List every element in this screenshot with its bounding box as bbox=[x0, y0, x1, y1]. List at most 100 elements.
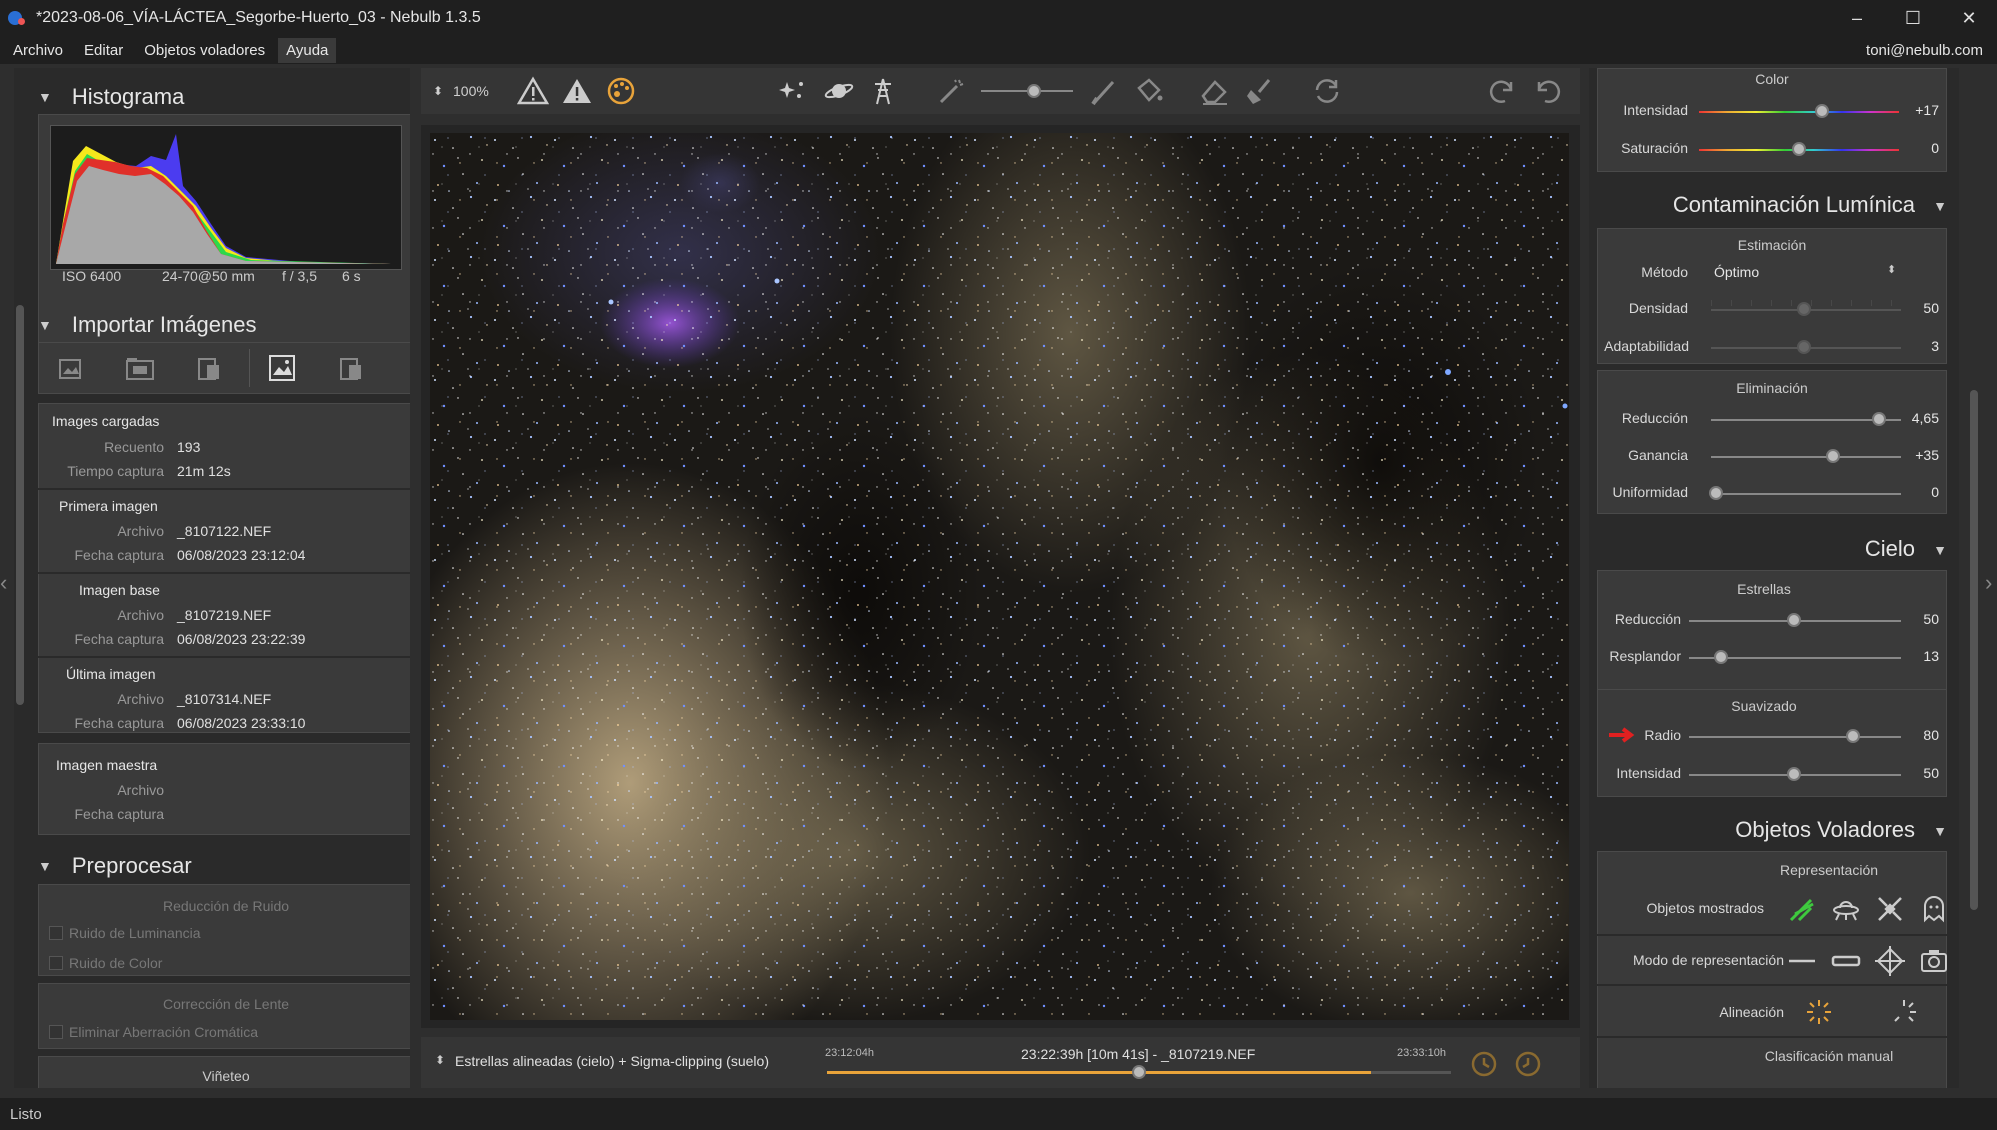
collapse-triangle-icon[interactable]: ▼ bbox=[38, 89, 52, 105]
meteor-icon[interactable] bbox=[1787, 894, 1817, 924]
undo-icon[interactable] bbox=[1531, 76, 1563, 106]
warning-filled-icon[interactable] bbox=[561, 76, 593, 106]
right-panel: Color Intensidad +17 Saturación 0 Contam… bbox=[1589, 68, 1959, 1088]
eraser-icon[interactable] bbox=[1199, 76, 1231, 106]
refresh-icon[interactable] bbox=[1311, 76, 1343, 106]
brush-size-knob[interactable] bbox=[1027, 84, 1041, 98]
paste-images-icon[interactable] bbox=[195, 355, 223, 383]
collapse-triangle-icon[interactable]: ▼ bbox=[1933, 542, 1947, 558]
app-logo-icon bbox=[8, 11, 25, 25]
histogram-header[interactable]: ▼ Histograma bbox=[38, 80, 184, 114]
close-button[interactable]: ✕ bbox=[1941, 0, 1997, 36]
import-header[interactable]: ▼ Importar Imágenes bbox=[38, 308, 257, 342]
align-active-icon[interactable] bbox=[1804, 997, 1834, 1027]
ground-tower-icon[interactable] bbox=[867, 76, 899, 106]
uniformity-track[interactable] bbox=[1711, 493, 1901, 495]
master-image-icon[interactable] bbox=[267, 353, 297, 383]
stack-mode[interactable]: Estrellas alineadas (cielo) + Sigma-clip… bbox=[455, 1053, 769, 1069]
vignette-title[interactable]: Viñeteo bbox=[38, 1068, 410, 1084]
method-select[interactable]: Óptimo bbox=[1714, 264, 1759, 280]
estimation-title: Estimación bbox=[1737, 237, 1807, 253]
flying-title[interactable]: Objetos Voladores bbox=[1735, 817, 1915, 843]
zoom-stepper-icon[interactable]: ⬍ bbox=[433, 76, 443, 106]
collapse-triangle-icon[interactable]: ▼ bbox=[38, 317, 52, 333]
right-scrollbar[interactable] bbox=[1970, 390, 1978, 910]
warning-outline-icon[interactable] bbox=[517, 76, 549, 106]
menu-ayuda[interactable]: Ayuda bbox=[278, 37, 337, 63]
window-title: *2023-08-06_VÍA-LÁCTEA_Segorbe-Huerto_03… bbox=[36, 9, 481, 26]
smooth-intensity-value: 50 bbox=[1923, 765, 1939, 781]
gain-knob[interactable] bbox=[1826, 449, 1840, 463]
ufo-icon[interactable] bbox=[1831, 894, 1861, 924]
gain-label: Ganancia bbox=[1628, 447, 1688, 463]
menu-editar[interactable]: Editar bbox=[76, 38, 131, 63]
milky-way-image[interactable] bbox=[430, 133, 1569, 1020]
sky-reduction-knob[interactable] bbox=[1787, 613, 1801, 627]
saturation-knob[interactable] bbox=[1792, 142, 1806, 156]
smooth-intensity-knob[interactable] bbox=[1787, 767, 1801, 781]
broom-icon[interactable] bbox=[1243, 76, 1275, 106]
crosshair-mode-icon[interactable] bbox=[1875, 946, 1905, 976]
timeline-bar: ⬍ Estrellas alineadas (cielo) + Sigma-cl… bbox=[421, 1037, 1580, 1088]
collapse-triangle-icon[interactable]: ▼ bbox=[1933, 823, 1947, 839]
planet-icon[interactable] bbox=[823, 76, 855, 106]
user-account[interactable]: toni@nebulb.com bbox=[1866, 42, 1983, 59]
clock-back-icon[interactable] bbox=[1513, 1049, 1543, 1079]
radius-track[interactable] bbox=[1689, 736, 1901, 738]
minimize-button[interactable]: – bbox=[1829, 0, 1885, 36]
maximize-button[interactable]: ☐ bbox=[1885, 0, 1941, 36]
color-intensity-track[interactable] bbox=[1699, 111, 1899, 113]
lens-value: 24-70@50 mm bbox=[162, 268, 255, 284]
preprocess-header[interactable]: ▼ Preprocesar bbox=[38, 849, 192, 883]
gain-track[interactable] bbox=[1711, 456, 1901, 458]
import-folder-icon[interactable] bbox=[125, 355, 155, 383]
last-date: 06/08/2023 23:33:10 bbox=[177, 715, 306, 731]
ghost-icon[interactable] bbox=[1919, 894, 1949, 924]
color-intensity-knob[interactable] bbox=[1815, 104, 1829, 118]
brush-icon[interactable] bbox=[1089, 76, 1121, 106]
histogram-title: Histograma bbox=[71, 84, 185, 109]
stack-mode-stepper-icon[interactable]: ⬍ bbox=[435, 1053, 445, 1067]
sky-title[interactable]: Cielo bbox=[1865, 536, 1915, 562]
collapse-triangle-icon[interactable]: ▼ bbox=[1933, 198, 1947, 214]
luminance-noise-checkbox[interactable] bbox=[49, 926, 63, 940]
lp-reduction-knob[interactable] bbox=[1872, 412, 1886, 426]
exposure-value: 6 s bbox=[342, 268, 361, 284]
chromatic-checkbox[interactable] bbox=[49, 1025, 63, 1039]
menu-objetos-voladores[interactable]: Objetos voladores bbox=[136, 38, 273, 63]
histogram-plot bbox=[50, 125, 402, 270]
timeline-knob[interactable] bbox=[1132, 1065, 1146, 1079]
palette-icon[interactable] bbox=[605, 76, 637, 106]
color-noise-checkbox[interactable] bbox=[49, 956, 63, 970]
redo-icon[interactable] bbox=[1487, 76, 1519, 106]
zoom-level[interactable]: 100% bbox=[453, 76, 489, 106]
uniformity-label: Uniformidad bbox=[1612, 484, 1688, 500]
clock-forward-icon[interactable] bbox=[1469, 1049, 1499, 1079]
base-title: Imagen base bbox=[79, 582, 160, 598]
representation-title: Representación bbox=[1779, 862, 1879, 878]
method-stepper-icon[interactable]: ⬍ bbox=[1887, 263, 1896, 276]
satellite-icon[interactable] bbox=[1875, 894, 1905, 924]
magic-wand-icon[interactable] bbox=[935, 76, 967, 106]
time-value: 21m 12s bbox=[177, 463, 231, 479]
adaptability-knob[interactable] bbox=[1797, 340, 1811, 354]
lightpollution-title[interactable]: Contaminación Lumínica bbox=[1673, 192, 1915, 218]
stars-icon[interactable] bbox=[777, 76, 809, 106]
uniformity-knob[interactable] bbox=[1709, 486, 1723, 500]
radius-knob[interactable] bbox=[1846, 729, 1860, 743]
paste-master-icon[interactable] bbox=[337, 355, 365, 383]
fill-bucket-icon[interactable] bbox=[1133, 76, 1165, 106]
collapse-right-icon[interactable]: › bbox=[1985, 570, 1992, 596]
camera-mode-icon[interactable] bbox=[1919, 946, 1949, 976]
date-label: Fecha captura bbox=[74, 547, 165, 563]
import-images-icon[interactable] bbox=[57, 355, 85, 383]
line-mode-icon[interactable] bbox=[1787, 946, 1817, 976]
collapse-left-icon[interactable]: ‹ bbox=[0, 570, 7, 596]
glow-knob[interactable] bbox=[1714, 650, 1728, 664]
collapse-triangle-icon[interactable]: ▼ bbox=[38, 858, 52, 874]
box-mode-icon[interactable] bbox=[1831, 946, 1861, 976]
menu-archivo[interactable]: Archivo bbox=[5, 38, 71, 63]
density-knob[interactable] bbox=[1797, 302, 1811, 316]
align-inactive-icon[interactable] bbox=[1889, 997, 1919, 1027]
status-text: Listo bbox=[10, 1105, 42, 1123]
